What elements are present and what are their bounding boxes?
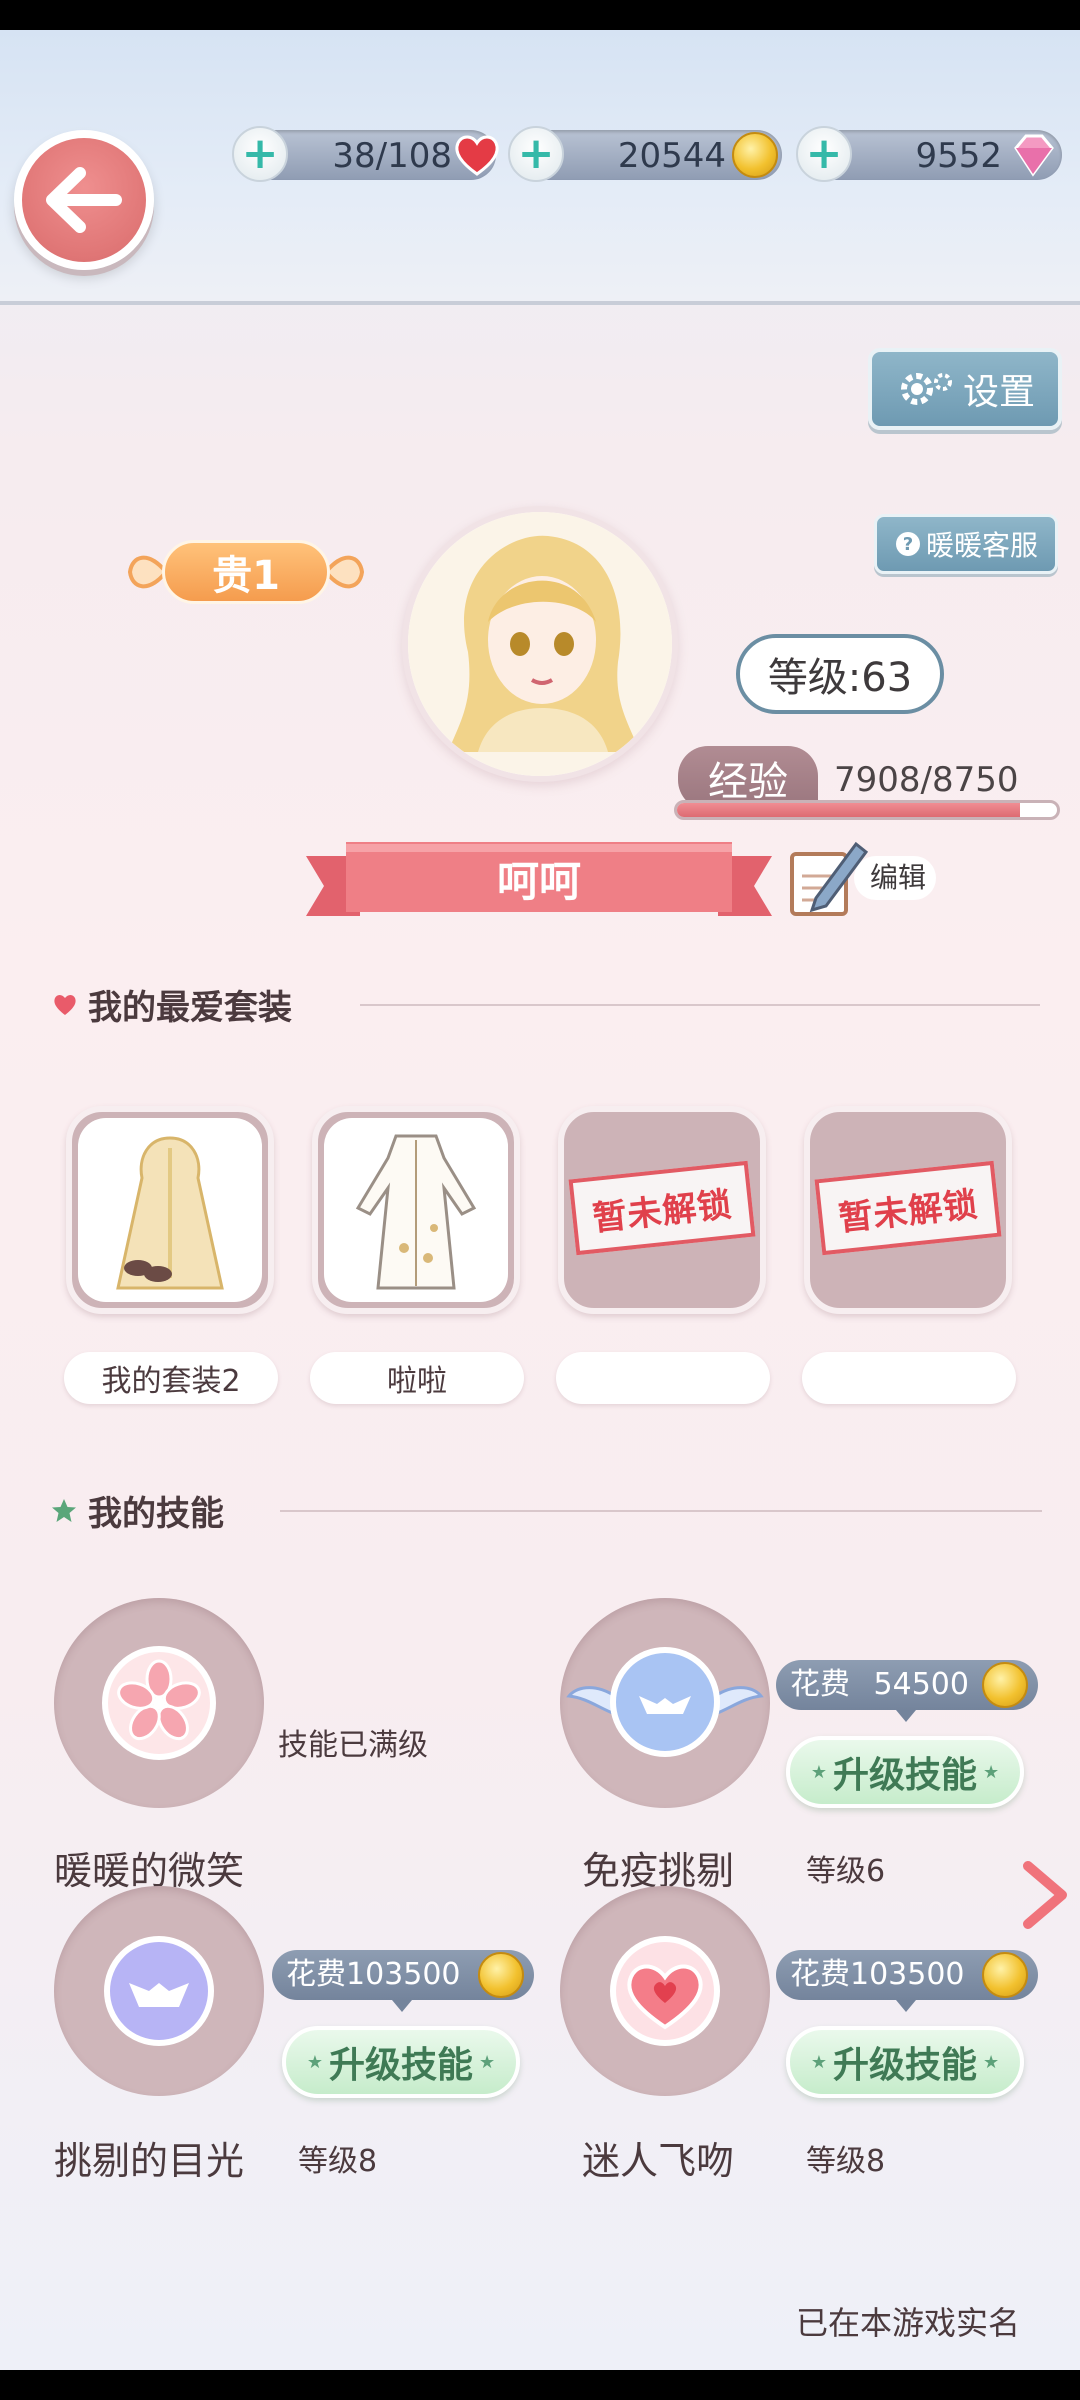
- skill-icon-smile[interactable]: [54, 1598, 264, 1808]
- exp-progress-fill: [677, 803, 1021, 817]
- cost-prefix: 花费: [286, 1957, 346, 1992]
- locked-stamp: 暂未解锁: [814, 1160, 1002, 1256]
- winged-mask-icon: [566, 1647, 764, 1757]
- system-bottom-bar: [0, 2370, 1080, 2400]
- add-diamond-button[interactable]: +: [796, 126, 852, 182]
- skill-level: 等级6: [806, 1854, 886, 1889]
- upgrade-skill-button[interactable]: ★ 升级技能 ★: [786, 2026, 1024, 2098]
- svg-text:?: ?: [903, 534, 913, 555]
- diamond-icon: [1014, 134, 1054, 177]
- add-stamina-button[interactable]: +: [232, 126, 288, 182]
- star-icon: [52, 1498, 76, 1522]
- coin-icon: [982, 1952, 1028, 1998]
- avatar[interactable]: [402, 506, 678, 782]
- coin-icon: [732, 132, 778, 178]
- edit-name-button[interactable]: [786, 836, 940, 920]
- outfit-thumbnail: [324, 1118, 508, 1302]
- player-level: 等级:63: [736, 634, 944, 714]
- section-divider: [360, 1004, 1040, 1006]
- outfit-card-1[interactable]: [66, 1106, 274, 1314]
- outfit-name-1[interactable]: 我的套装2: [64, 1352, 278, 1404]
- skill-maxed-note: 技能已满级: [278, 1728, 428, 1763]
- gold-value: 20544: [617, 136, 726, 176]
- outfit-name-4[interactable]: [802, 1352, 1016, 1404]
- upgrade-label: 升级技能: [832, 2045, 977, 2086]
- outfit-thumbnail: [78, 1118, 262, 1302]
- cost-prefix: 花费: [790, 1667, 850, 1702]
- realname-notice: 已在本游戏实名: [796, 2304, 1021, 2342]
- skill-name: 挑剔的目光: [54, 2139, 245, 2183]
- top-bar: + 38/108 + 20544 + 9552: [0, 30, 1080, 305]
- cost-pointer: [896, 2000, 916, 2012]
- customer-service-button[interactable]: ? 暖暖客服: [874, 514, 1058, 574]
- skill-name: 迷人飞吻: [582, 2139, 735, 2183]
- stamina-value: 38/108: [332, 136, 452, 176]
- settings-button[interactable]: 设置: [868, 348, 1062, 430]
- cost-pointer: [896, 1710, 916, 1722]
- back-button[interactable]: [14, 130, 154, 270]
- upgrade-skill-button[interactable]: ★ 升级技能 ★: [786, 1736, 1024, 1808]
- outfit-name-3[interactable]: [556, 1352, 770, 1404]
- skill-level: 等级8: [806, 2144, 886, 2179]
- heart-icon: [54, 994, 76, 1015]
- favorites-title: 我的最爱套装: [88, 988, 292, 1028]
- upgrade-skill-button[interactable]: ★ 升级技能 ★: [282, 2026, 520, 2098]
- screen: + 38/108 + 20544 + 9552 设置 ? 暖暖客服 贵1 等级:…: [0, 30, 1080, 2370]
- settings-label: 设置: [962, 372, 1035, 413]
- skill-level: 等级8: [298, 2144, 378, 2179]
- skill-cost: 54500: [873, 1667, 969, 1702]
- gown-icon: [116, 1136, 224, 1290]
- cost-pointer: [392, 2000, 412, 2012]
- cost-prefix: 花费: [790, 1957, 850, 1992]
- diamond-value: 9552: [915, 136, 1002, 176]
- skill-cost: 103500: [346, 1957, 461, 1992]
- help-icon: ?: [895, 532, 920, 556]
- pencil-note-icon: [790, 841, 869, 916]
- locked-stamp: 暂未解锁: [568, 1160, 756, 1256]
- skill-icon-critical-gaze[interactable]: [54, 1886, 264, 2096]
- dress-icon: [355, 1134, 477, 1290]
- heart-gem-icon: [610, 1936, 720, 2046]
- gear-icon: [900, 373, 952, 405]
- outfit-card-2[interactable]: [312, 1106, 520, 1314]
- upgrade-label: 升级技能: [328, 2045, 473, 2086]
- skill-icon-charming-kiss[interactable]: [560, 1886, 770, 2096]
- mask-icon: [104, 1936, 214, 2046]
- outfit-card-3[interactable]: 暂未解锁: [558, 1106, 766, 1314]
- vip-badge[interactable]: 贵1: [126, 532, 366, 612]
- skill-icon-immune[interactable]: [560, 1598, 770, 1808]
- chevron-right-icon[interactable]: [1018, 1860, 1070, 1930]
- section-divider: [280, 1510, 1042, 1512]
- coin-icon: [478, 1952, 524, 1998]
- heart-icon: [455, 135, 499, 176]
- skills-section-title: 我的技能: [50, 1486, 224, 1535]
- outfit-name-2[interactable]: 啦啦: [310, 1352, 524, 1404]
- skills-title: 我的技能: [88, 1494, 224, 1534]
- upgrade-label: 升级技能: [832, 1755, 977, 1796]
- exp-progress-bar: [674, 800, 1060, 820]
- service-label: 暖暖客服: [925, 529, 1038, 562]
- favorites-section-title: 我的最爱套装: [52, 980, 292, 1029]
- exp-value: 7908/8750: [834, 760, 1019, 800]
- player-name: 呵呵: [496, 856, 581, 906]
- arrow-left-icon: [46, 167, 122, 233]
- outfit-card-4[interactable]: 暂未解锁: [804, 1106, 1012, 1314]
- skill-cost: 103500: [850, 1957, 965, 1992]
- sakura-icon: [102, 1646, 216, 1760]
- name-ribbon: 呵呵: [306, 842, 772, 920]
- add-gold-button[interactable]: +: [508, 126, 564, 182]
- vip-label: 贵1: [162, 540, 330, 604]
- coin-icon: [982, 1662, 1028, 1708]
- character-portrait-icon: [408, 512, 672, 776]
